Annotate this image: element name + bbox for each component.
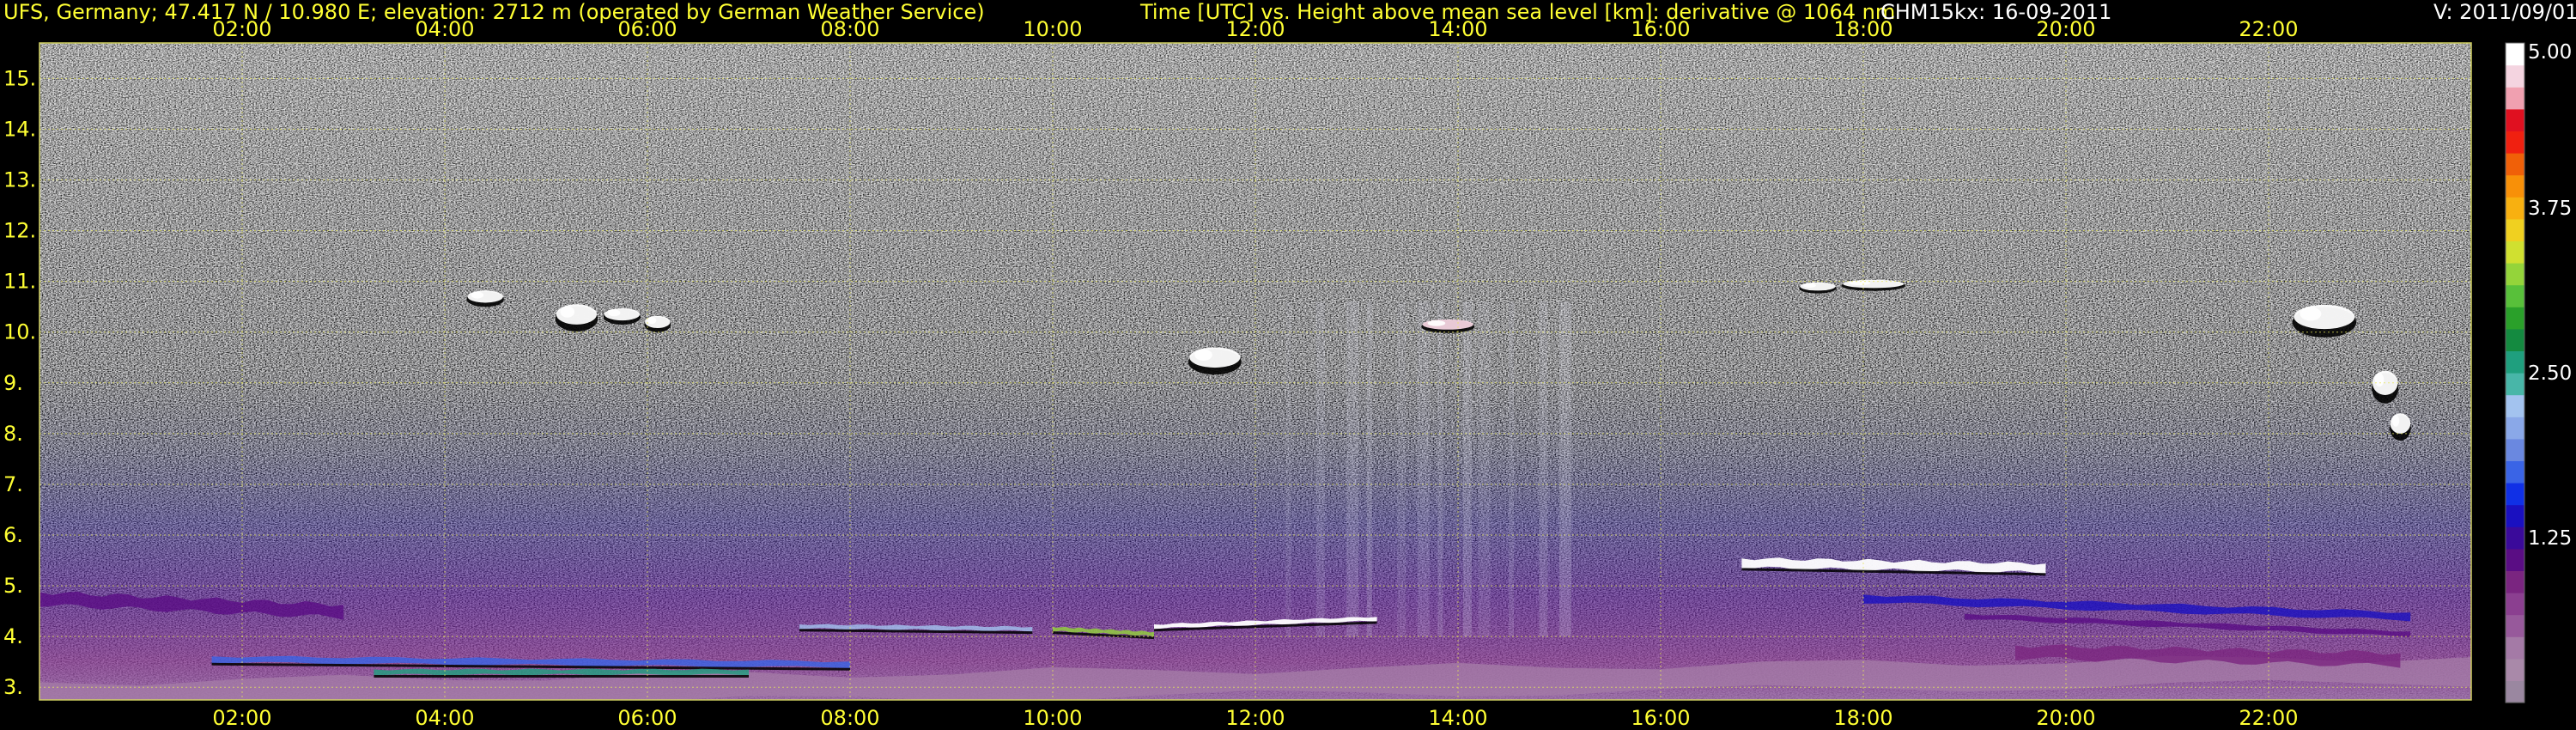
colorbar-segment [2506,284,2524,307]
colorbar-segment [2506,131,2524,154]
x-tick-label-top: 20:00 [2036,17,2095,41]
cloud-patch [2372,370,2399,404]
colorbar-segment [2506,64,2524,88]
y-tick-label: 5. [3,574,23,598]
x-tick-label-bottom: 04:00 [415,706,474,730]
cloud-patch [644,315,671,332]
streak [1417,301,1430,637]
cloud-patch [2390,413,2411,441]
streak [1437,301,1443,637]
streak [1462,301,1472,637]
x-tick-label-bottom: 18:00 [1833,706,1893,730]
x-tick-label-bottom: 20:00 [2036,706,2095,730]
ceilometer-figure: UFS, Germany; 47.417 N / 10.980 E; eleva… [0,0,2576,730]
cloud-patch [466,290,504,307]
colorbar-segment [2506,504,2524,527]
y-tick-label: 9. [3,371,23,395]
colorbar-segment [2506,394,2524,417]
x-tick-label-top: 04:00 [415,17,474,41]
colorbar-segment [2506,87,2524,110]
colorbar-segment [2506,570,2524,593]
cloud-patch [555,304,598,332]
x-tick-label-bottom: 10:00 [1023,706,1082,730]
x-tick-label-bottom: 14:00 [1428,706,1487,730]
streak [1478,301,1491,637]
x-tick-label-bottom: 22:00 [2239,706,2298,730]
streak [1509,301,1514,637]
colorbar-segment [2506,417,2524,440]
streak [1397,301,1406,637]
x-tick-label-top: 12:00 [1225,17,1285,41]
y-tick-label: 3. [3,675,23,699]
colorbar-segment [2506,218,2524,241]
y-tick-label: 10. [3,320,36,344]
colorbar-segment [2506,197,2524,220]
y-tick-label: 14. [3,117,36,141]
x-tick-label-top: 02:00 [212,17,271,41]
colorbar-segment [2506,460,2524,484]
colorbar-segment [2506,593,2524,616]
colorbar-segment [2506,307,2524,330]
colorbar-tick-label: 3.75 [2528,198,2572,220]
streak [1285,301,1291,637]
x-tick-label-top: 06:00 [617,17,677,41]
colorbar-segment [2506,153,2524,176]
x-tick-label-top: 08:00 [820,17,879,41]
colorbar-segment [2506,328,2524,351]
x-tick-label-top: 18:00 [1833,17,1893,41]
colorbar-segment [2506,108,2524,131]
colorbar-segment [2506,614,2524,637]
colorbar-segment [2506,526,2524,550]
colorbar-tick-label: 2.50 [2528,362,2572,385]
colorbar-tick-label: 1.25 [2528,527,2572,550]
y-tick-label: 4. [3,624,23,648]
cloud-patch [1799,282,1837,294]
x-tick-label-top: 16:00 [1631,17,1690,41]
y-tick-label: 6. [3,523,23,547]
colorbar-segment [2506,43,2524,66]
y-tick-label: 7. [3,472,23,496]
x-tick-label-bottom: 16:00 [1631,706,1690,730]
x-tick-label-top: 14:00 [1428,17,1487,41]
colorbar-segment [2506,636,2524,660]
cloud-patch [603,307,641,325]
colorbar-segment [2506,548,2524,571]
cloud-patch [1188,347,1242,375]
colorbar-segment [2506,483,2524,506]
y-tick-label: 12. [3,219,36,243]
x-tick-label-top: 10:00 [1023,17,1082,41]
streak [1315,301,1325,637]
y-tick-label: 11. [3,270,36,294]
colorbar-segment [2506,174,2524,198]
x-tick-label-bottom: 02:00 [212,706,271,730]
x-tick-label-bottom: 12:00 [1225,706,1285,730]
streak [1559,301,1571,637]
colorbar-tick-label: 5.00 [2528,41,2572,64]
cloud-patch [1421,319,1475,333]
streak [1366,301,1372,637]
x-tick-label-top: 22:00 [2239,17,2298,41]
y-tick-label: 13. [3,167,36,192]
streak [1346,301,1359,637]
colorbar-segment [2506,438,2524,461]
x-tick-label-bottom: 08:00 [820,706,879,730]
colorbar-segment [2506,240,2524,264]
colorbar-segment [2506,350,2524,374]
streak [1539,301,1548,637]
colorbar-segment [2506,658,2524,681]
colorbar-segment [2506,263,2524,286]
colorbar-segment [2506,373,2524,396]
y-tick-label: 15. [3,66,36,90]
backscatter-derivative-chart: 02:00 02:00 04:00 04:00 06:00 06:00 08:00 08:00… [3,17,2572,730]
y-tick-label: 8. [3,422,23,446]
colorbar-segment [2506,680,2524,703]
x-tick-label-bottom: 06:00 [617,706,677,730]
